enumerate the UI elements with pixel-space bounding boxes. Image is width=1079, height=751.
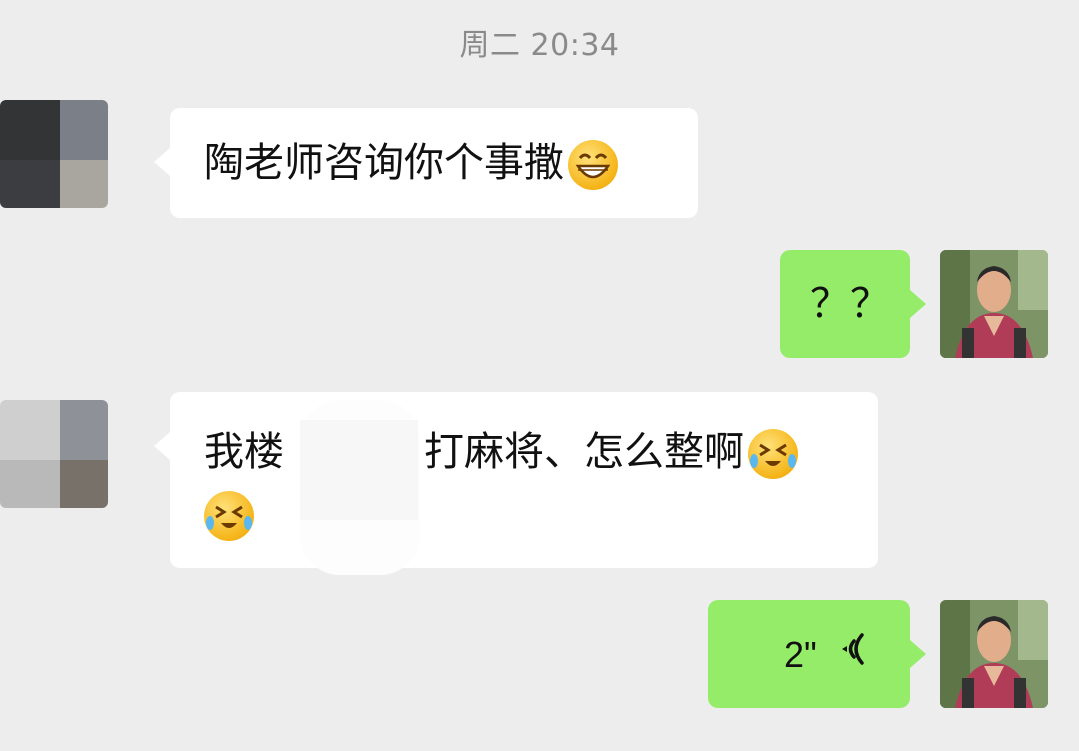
voice-message-bubble[interactable]: 2" bbox=[708, 600, 926, 708]
laughing-tears-icon bbox=[204, 491, 254, 541]
message-text-end: 打麻将、怎么整啊 bbox=[424, 429, 744, 475]
message-timestamp: 周二 20:34 bbox=[459, 28, 620, 63]
laughing-tears-icon bbox=[748, 429, 798, 479]
my-avatar[interactable] bbox=[940, 600, 1048, 708]
message-text: 陶老师咨询你个事撒 bbox=[204, 140, 564, 186]
incoming-message-bubble[interactable]: 陶老师咨询你个事撒 bbox=[154, 108, 698, 218]
outgoing-message-bubble[interactable]: ？？ bbox=[780, 250, 926, 358]
contact-avatar[interactable] bbox=[0, 400, 108, 508]
message-text: ？？ bbox=[810, 281, 890, 327]
voice-duration: 2" bbox=[784, 634, 817, 675]
voice-wave-icon bbox=[834, 626, 868, 686]
redaction-box bbox=[300, 420, 418, 520]
grin-icon bbox=[568, 140, 618, 190]
message-text-start: 我楼 bbox=[204, 429, 284, 475]
incoming-message-bubble[interactable]: 我楼 打麻将、怎么整啊 bbox=[154, 392, 878, 568]
contact-avatar[interactable] bbox=[0, 100, 108, 208]
my-avatar[interactable] bbox=[940, 250, 1048, 358]
